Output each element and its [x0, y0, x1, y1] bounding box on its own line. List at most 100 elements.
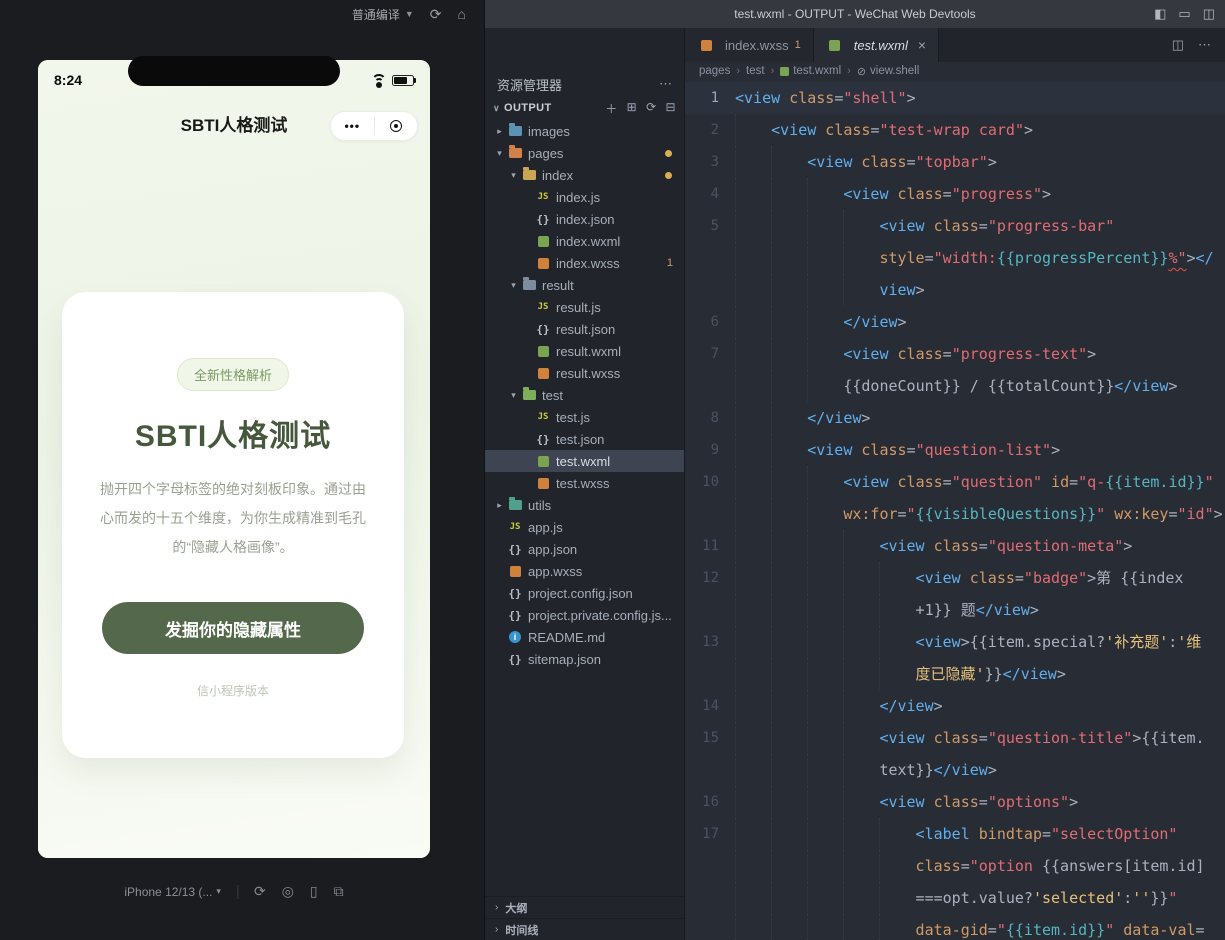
code-line-text: wx:for="{{visibleQuestions}}" wx:key="id… [735, 498, 1225, 530]
tree-item-sitemap.json[interactable]: {}sitemap.json [485, 648, 684, 670]
tree-item-label: index.wxss [556, 256, 684, 271]
code-row[interactable]: 2<view class="test-wrap card"> [685, 114, 1225, 146]
timeline-section[interactable]: › 时间线 [485, 918, 684, 940]
tree-item-index[interactable]: ▾index [485, 164, 684, 186]
tree-item-result.json[interactable]: {}result.json [485, 318, 684, 340]
breadcrumb-item-test.wxml[interactable]: test.wxml [780, 65, 841, 77]
explorer-title: 资源管理器 [497, 75, 562, 94]
code-row[interactable]: wx:for="{{visibleQuestions}}" wx:key="id… [685, 498, 1225, 530]
code-row[interactable]: 7<view class="progress-text"> [685, 338, 1225, 370]
code-line-text: ===opt.value?'selected':''}}" [735, 882, 1225, 914]
tree-item-test[interactable]: ▾test [485, 384, 684, 406]
code-line-text: class="option {{answers[item.id] [735, 850, 1225, 882]
compile-mode-dropdown[interactable]: 普通编译 ▼ [352, 6, 414, 23]
collapse-folders-icon[interactable]: ⊟ [666, 100, 676, 117]
code-row[interactable]: class="option {{answers[item.id] [685, 850, 1225, 882]
tree-item-test.json[interactable]: {}test.json [485, 428, 684, 450]
code-row[interactable]: +1}} 题</view> [685, 594, 1225, 626]
code-row[interactable]: 17<label bindtap="selectOption" [685, 818, 1225, 850]
code-row[interactable]: style="width:{{progressPercent}}%"></ [685, 242, 1225, 274]
tree-item-index.wxml[interactable]: index.wxml [485, 230, 684, 252]
tree-item-utils[interactable]: ▸utils [485, 494, 684, 516]
tree-item-index.json[interactable]: {}index.json [485, 208, 684, 230]
tree-item-result.wxss[interactable]: result.wxss [485, 362, 684, 384]
code-line-text: <view>{{item.special?'补充题':'维 [735, 626, 1225, 658]
code-row[interactable]: 8</view> [685, 402, 1225, 434]
refresh-explorer-icon[interactable]: ⟳ [646, 100, 656, 117]
code-row[interactable]: text}}</view> [685, 754, 1225, 786]
toggle-editor-icon[interactable]: ▭ [1178, 6, 1190, 22]
refresh-icon[interactable]: ⟳ [430, 6, 442, 23]
tree-item-project.config.json[interactable]: {}project.config.json [485, 582, 684, 604]
outline-section[interactable]: › 大纲 [485, 896, 684, 918]
explorer-section-output[interactable]: ∨ OUTPUT ＋ ⊞ ⟳ ⊟ [485, 96, 684, 120]
code-row[interactable]: 15<view class="question-title">{{item. [685, 722, 1225, 754]
tree-item-project.private.config.js...[interactable]: {}project.private.config.js... [485, 604, 684, 626]
code-row[interactable]: {{doneCount}} / {{totalCount}}</view> [685, 370, 1225, 402]
device-selector[interactable]: iPhone 12/13 (... ▾ [124, 885, 221, 899]
split-editor-icon[interactable]: ◫ [1172, 37, 1184, 53]
tree-item-test.wxss[interactable]: test.wxss [485, 472, 684, 494]
tree-item-images[interactable]: ▸images [485, 120, 684, 142]
indent-guide [771, 658, 807, 690]
new-folder-icon[interactable]: ⊞ [627, 100, 637, 117]
line-number: 16 [685, 786, 735, 818]
toggle-simulator-icon[interactable]: ◧ [1154, 6, 1166, 22]
code-row[interactable]: 6</view> [685, 306, 1225, 338]
tree-item-test.wxml[interactable]: test.wxml [485, 450, 684, 472]
tree-item-app.js[interactable]: JSapp.js [485, 516, 684, 538]
code-row[interactable]: 4<view class="progress"> [685, 178, 1225, 210]
new-file-icon[interactable]: ＋ [605, 100, 617, 117]
indent-guide [807, 242, 843, 274]
close-icon[interactable]: × [918, 38, 926, 52]
code-row[interactable]: 13<view>{{item.special?'补充题':'维 [685, 626, 1225, 658]
code-row[interactable]: 3<view class="topbar"> [685, 146, 1225, 178]
tree-item-test.js[interactable]: JStest.js [485, 406, 684, 428]
more-menu-button[interactable]: ••• [331, 112, 374, 140]
tree-item-README.md[interactable]: iREADME.md [485, 626, 684, 648]
indent-guide [879, 818, 915, 850]
tree-item-result.wxml[interactable]: result.wxml [485, 340, 684, 362]
tree-item-app.wxss[interactable]: app.wxss [485, 560, 684, 582]
start-test-button[interactable]: 发掘你的隐藏属性 [102, 602, 364, 654]
tree-item-label: test.js [556, 410, 684, 425]
tree-item-pages[interactable]: ▾pages [485, 142, 684, 164]
more-actions-icon[interactable]: ⋯ [1198, 37, 1211, 53]
js-file-icon: JS [534, 302, 552, 312]
tree-item-result.js[interactable]: JSresult.js [485, 296, 684, 318]
tree-item-result[interactable]: ▾result [485, 274, 684, 296]
code-row[interactable]: 10<view class="question" id="q-{{item.id… [685, 466, 1225, 498]
indent-guide [807, 882, 843, 914]
code-row[interactable]: view> [685, 274, 1225, 306]
breadcrumb-item-pages[interactable]: pages [699, 65, 730, 77]
more-actions-icon[interactable]: ⋯ [659, 76, 672, 92]
indent-guide [879, 882, 915, 914]
tab-index-wxss[interactable]: index.wxss 1 [685, 28, 814, 62]
indent-guide [843, 530, 879, 562]
tab-test-wxml[interactable]: test.wxml × [814, 28, 939, 62]
code-row[interactable]: 12<view class="badge">第 {{index [685, 562, 1225, 594]
breadcrumb-item-test[interactable]: test [746, 65, 765, 77]
minimize-close-button[interactable] [375, 112, 418, 140]
code-row[interactable]: 11<view class="question-meta"> [685, 530, 1225, 562]
toggle-debugger-icon[interactable]: ◫ [1203, 6, 1215, 22]
code-row[interactable]: 9<view class="question-list"> [685, 434, 1225, 466]
device-frame-icon[interactable]: ▯ [310, 883, 318, 900]
code-row[interactable]: 度已隐藏'}}</view> [685, 658, 1225, 690]
rotate-refresh-icon[interactable]: ⟳ [254, 883, 266, 900]
float-window-icon[interactable]: ⧉ [334, 883, 344, 900]
code-row[interactable]: 14</view> [685, 690, 1225, 722]
code-row[interactable]: ===opt.value?'selected':''}}" [685, 882, 1225, 914]
tree-item-index.js[interactable]: JSindex.js [485, 186, 684, 208]
section-label: OUTPUT [504, 102, 552, 114]
record-icon[interactable]: ◎ [282, 883, 294, 900]
tree-item-app.json[interactable]: {}app.json [485, 538, 684, 560]
indent-guide [807, 210, 843, 242]
tree-item-index.wxss[interactable]: index.wxss1 [485, 252, 684, 274]
breadcrumb-item-view.shell[interactable]: ⊘view.shell [857, 65, 919, 78]
code-row[interactable]: data-gid="{{item.id}}" data-val= [685, 914, 1225, 940]
code-row[interactable]: 5<view class="progress-bar" [685, 210, 1225, 242]
code-row[interactable]: 1<view class="shell"> [685, 82, 1225, 114]
home-icon[interactable]: ⌂ [458, 6, 466, 22]
code-row[interactable]: 16<view class="options"> [685, 786, 1225, 818]
